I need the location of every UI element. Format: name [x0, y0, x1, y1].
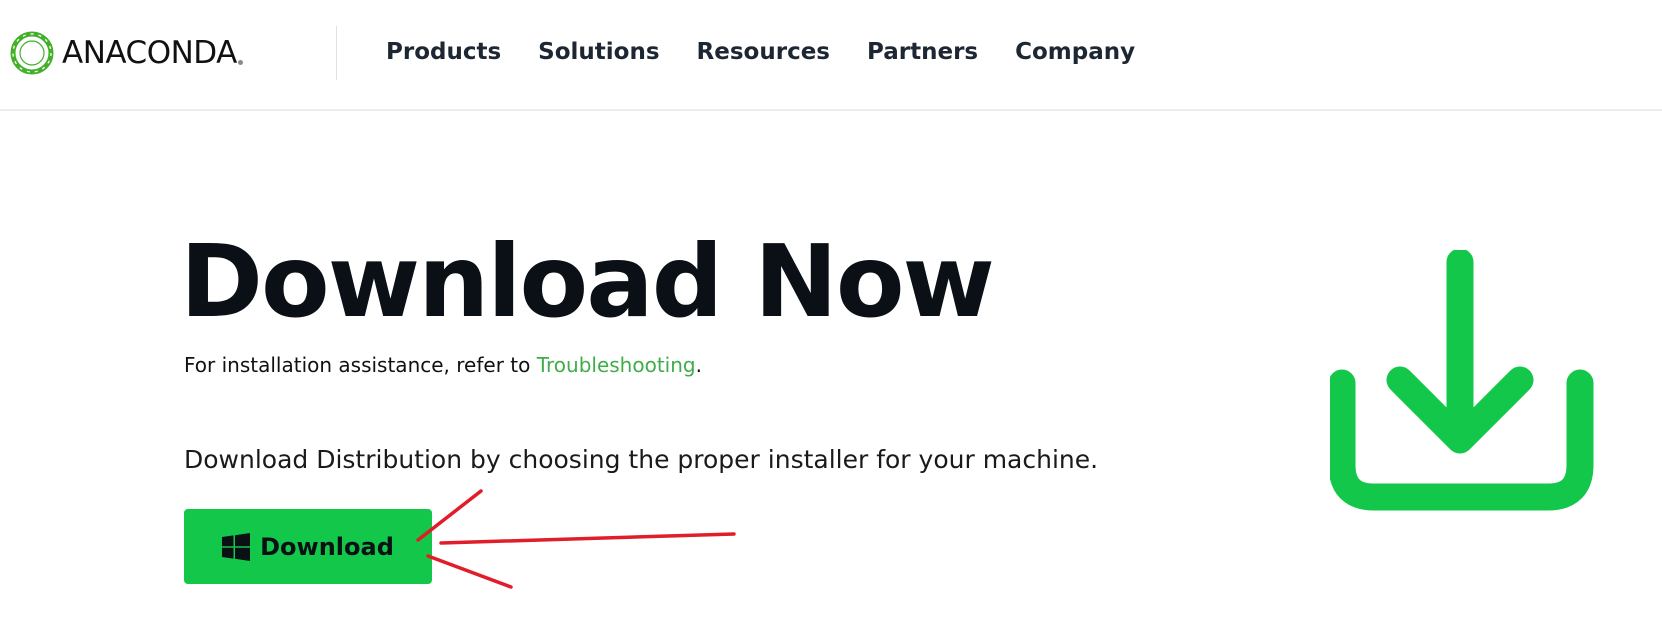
site-header: ANACONDA Products Solutions Resources Pa… [0, 0, 1662, 111]
nav-solutions[interactable]: Solutions [538, 37, 659, 67]
installation-assistance-text: For installation assistance, refer to Tr… [184, 352, 702, 378]
main-nav: Products Solutions Resources Partners Co… [386, 37, 1172, 67]
download-button-label: Download [260, 532, 394, 561]
windows-icon [222, 532, 251, 561]
logo-text: ANACONDA [62, 34, 237, 71]
nav-products[interactable]: Products [386, 37, 501, 67]
anaconda-ring-icon [10, 31, 54, 75]
header-divider [336, 26, 337, 80]
logo-registered-mark [237, 59, 243, 65]
assist-prefix: For installation assistance, refer to [184, 353, 537, 377]
nav-partners[interactable]: Partners [867, 37, 978, 67]
choose-installer-text: Download Distribution by choosing the pr… [184, 445, 1099, 474]
nav-company[interactable]: Company [1015, 37, 1135, 67]
troubleshooting-link[interactable]: Troubleshooting [537, 353, 696, 377]
download-button[interactable]: Download [184, 509, 432, 584]
download-icon [1330, 250, 1594, 511]
nav-resources[interactable]: Resources [697, 37, 830, 67]
assist-suffix: . [695, 353, 702, 377]
anaconda-logo[interactable]: ANACONDA [9, 28, 243, 78]
page-title: Download Now [180, 223, 995, 340]
